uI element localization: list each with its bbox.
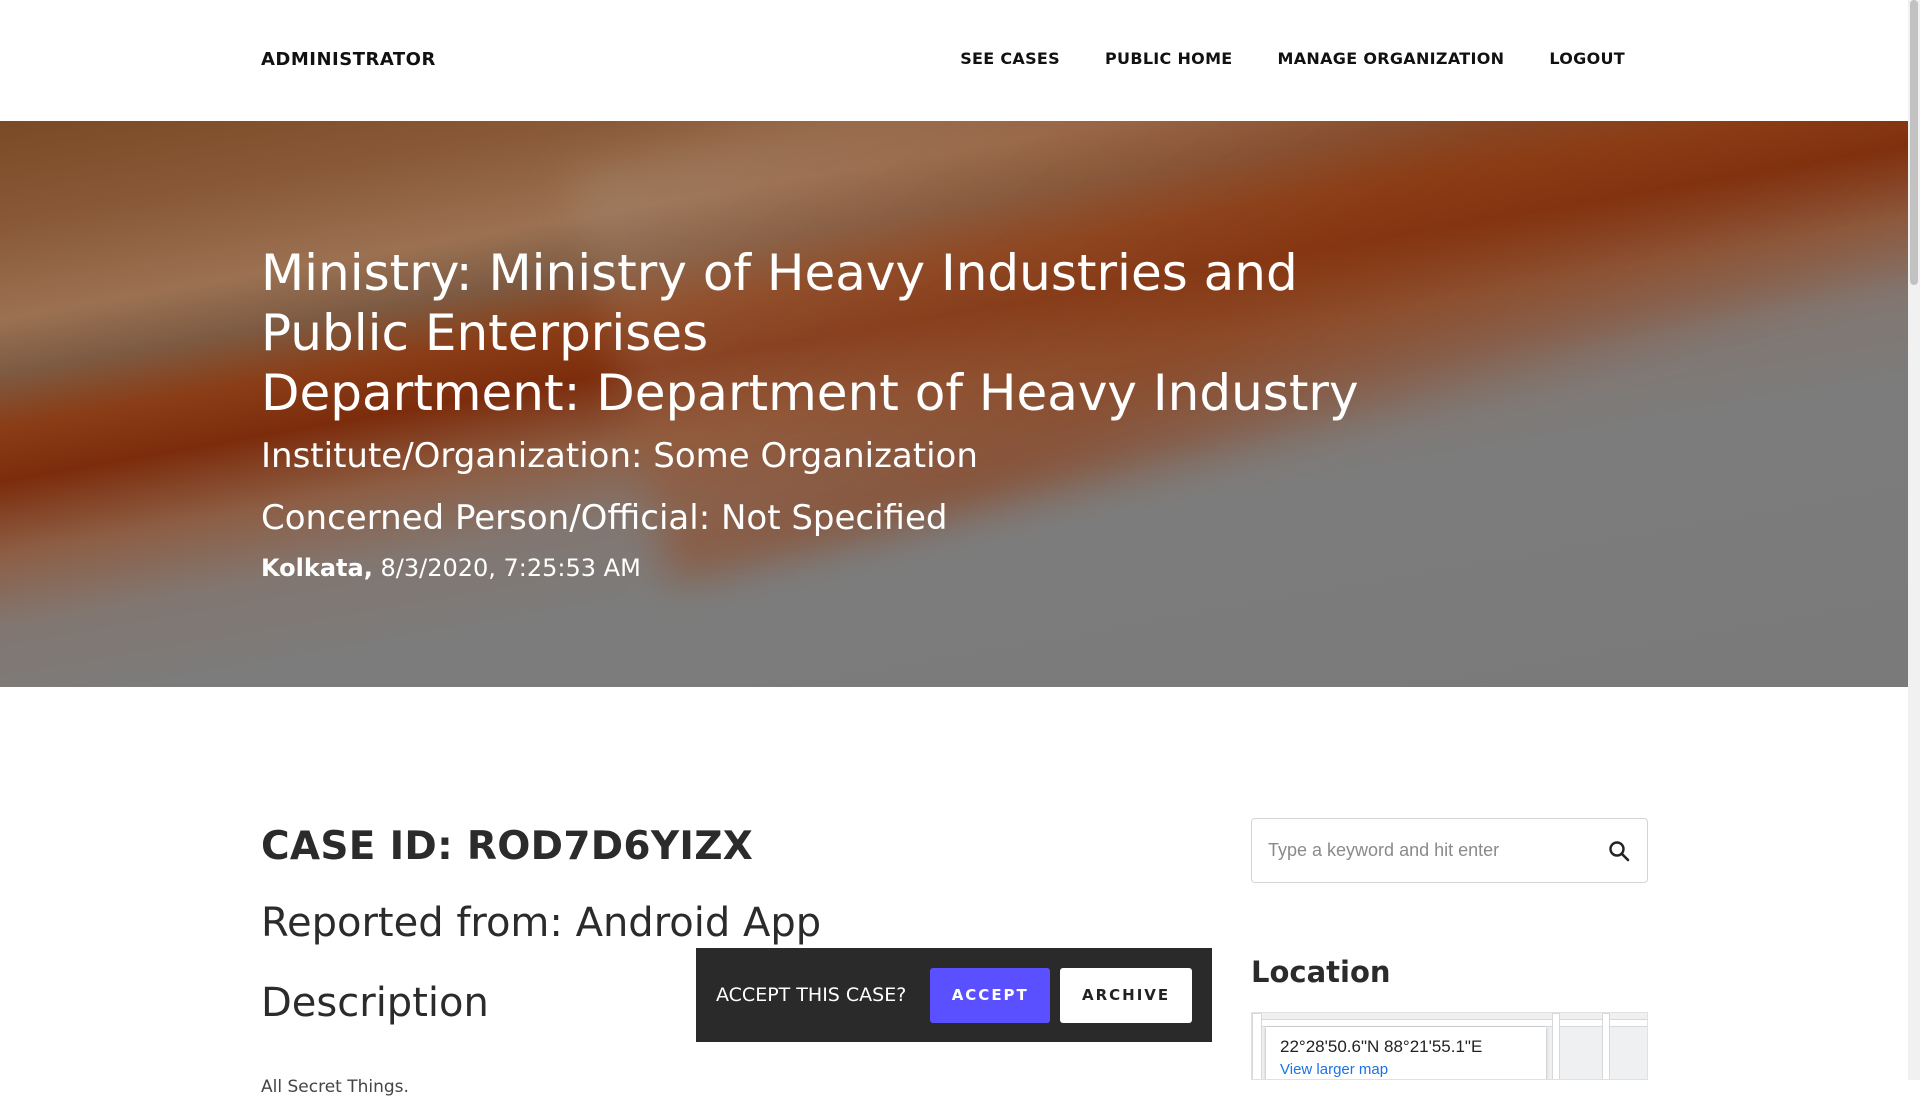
ministry-line: Ministry: Ministry of Heavy Industries a… bbox=[261, 244, 1298, 362]
case-id-heading: CASE ID: ROD7D6YIZX bbox=[261, 824, 754, 869]
location-map[interactable]: 22°28'50.6"N 88°21'55.1"E View larger ma… bbox=[1251, 1012, 1648, 1080]
department-line: Department: Department of Heavy Industry bbox=[261, 364, 1359, 422]
case-datetime: 8/3/2020, 7:25:53 AM bbox=[380, 554, 641, 582]
accept-button[interactable]: ACCEPT bbox=[930, 967, 1051, 1023]
concerned-person-line: Concerned Person/Official: Not Specified bbox=[261, 498, 948, 538]
map-info-card: 22°28'50.6"N 88°21'55.1"E View larger ma… bbox=[1266, 1027, 1546, 1079]
scrollbar-thumb[interactable] bbox=[1910, 0, 1918, 285]
map-road bbox=[1552, 1013, 1560, 1079]
map-coordinates: 22°28'50.6"N 88°21'55.1"E bbox=[1280, 1037, 1483, 1056]
hero-title: Ministry: Ministry of Heavy Industries a… bbox=[261, 243, 1361, 423]
description-text: All Secret Things. bbox=[261, 1077, 409, 1097]
map-road bbox=[1252, 1019, 1647, 1027]
reported-from: Reported from: Android App bbox=[261, 900, 822, 946]
nav-link-public-home[interactable]: PUBLIC HOME bbox=[1105, 49, 1233, 68]
nav-links: SEE CASES PUBLIC HOME MANAGE ORGANIZATIO… bbox=[960, 49, 1625, 68]
case-city: Kolkata, bbox=[261, 554, 373, 582]
case-meta: Kolkata, 8/3/2020, 7:25:53 AM bbox=[261, 553, 1361, 583]
location-heading: Location bbox=[1251, 955, 1391, 989]
hero-banner: Ministry: Ministry of Heavy Industries a… bbox=[0, 121, 1908, 687]
map-road bbox=[1252, 1013, 1262, 1079]
view-larger-map-link[interactable]: View larger map bbox=[1280, 1061, 1532, 1078]
search-icon[interactable] bbox=[1607, 839, 1631, 863]
accept-case-prompt: ACCEPT THIS CASE? ACCEPT ARCHIVE bbox=[696, 948, 1212, 1042]
description-heading: Description bbox=[261, 980, 489, 1026]
page-scrollbar[interactable] bbox=[1908, 0, 1920, 1080]
brand-label[interactable]: ADMINISTRATOR bbox=[261, 49, 436, 70]
nav-link-logout[interactable]: LOGOUT bbox=[1549, 49, 1625, 68]
search-box bbox=[1251, 818, 1648, 883]
map-road bbox=[1602, 1013, 1610, 1079]
search-input[interactable] bbox=[1266, 819, 1586, 882]
accept-question: ACCEPT THIS CASE? bbox=[716, 984, 907, 1006]
nav-link-manage-organization[interactable]: MANAGE ORGANIZATION bbox=[1278, 49, 1505, 68]
hero-content: Ministry: Ministry of Heavy Industries a… bbox=[261, 243, 1361, 583]
top-navbar: ADMINISTRATOR SEE CASES PUBLIC HOME MANA… bbox=[0, 0, 1908, 121]
archive-button[interactable]: ARCHIVE bbox=[1060, 967, 1192, 1023]
institute-line: Institute/Organization: Some Organizatio… bbox=[261, 436, 978, 476]
nav-link-see-cases[interactable]: SEE CASES bbox=[960, 49, 1060, 68]
